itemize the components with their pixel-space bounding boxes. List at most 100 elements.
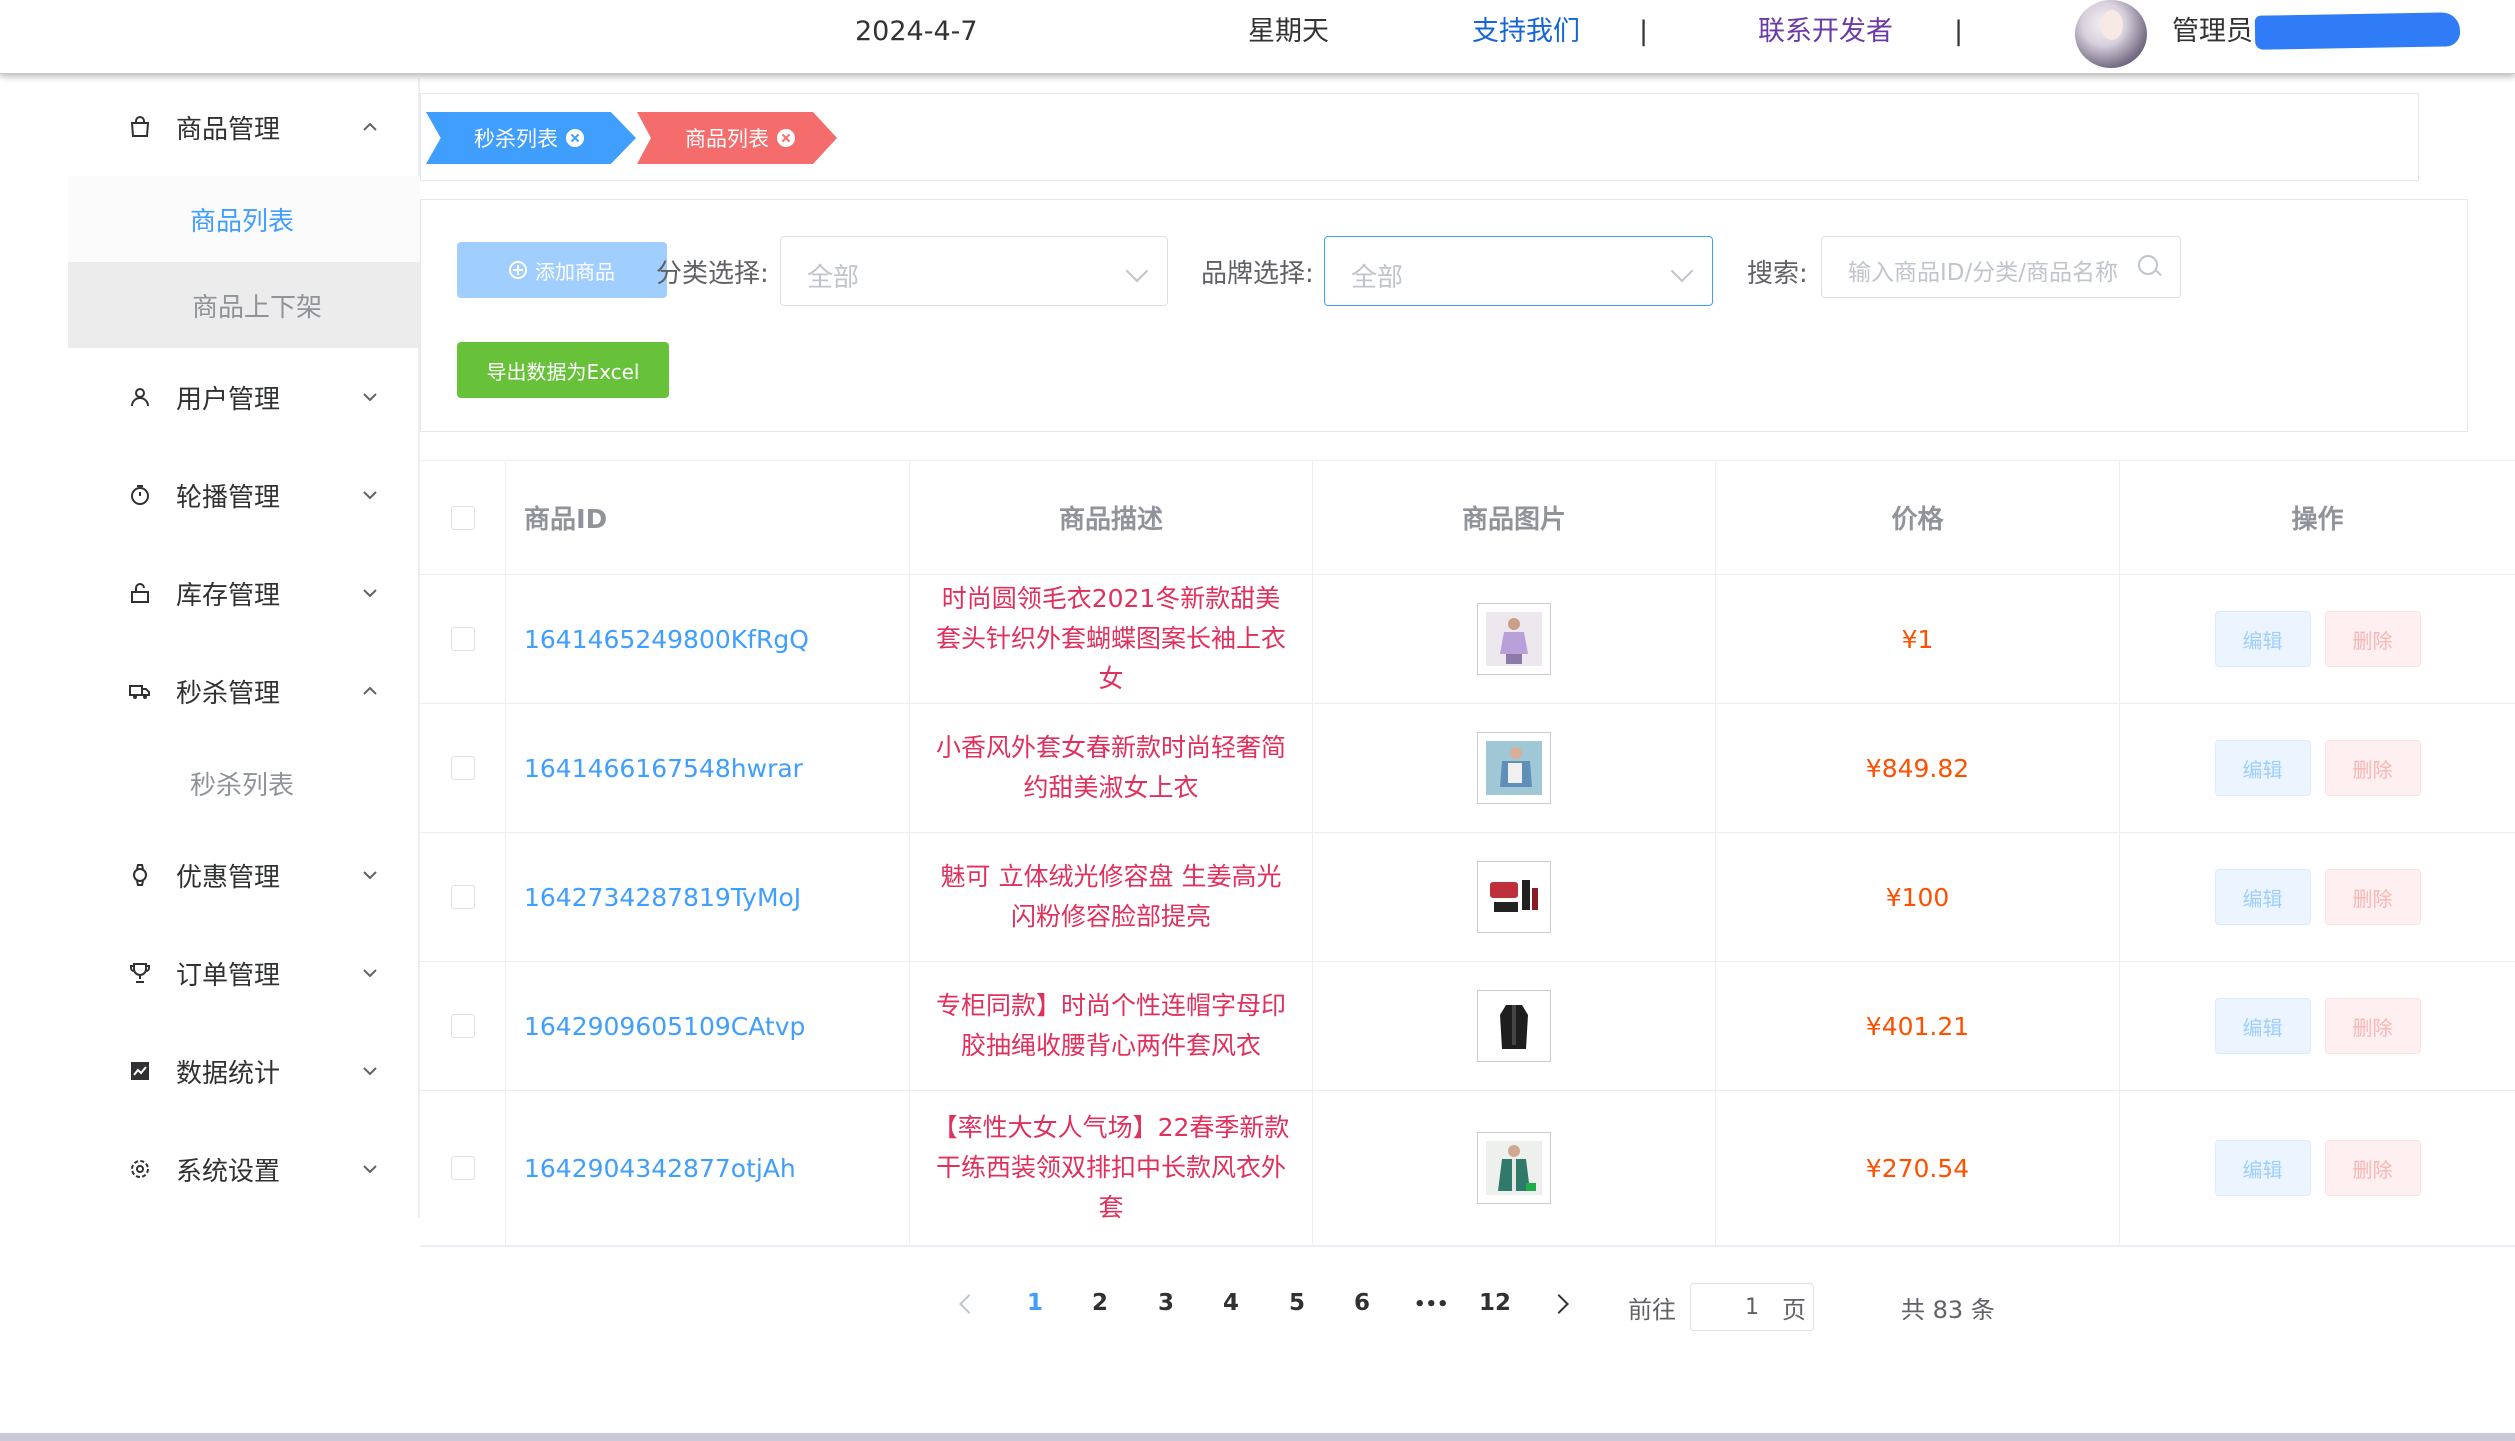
close-icon[interactable] <box>566 129 584 147</box>
desc-cell: 时尚圆领毛衣2021冬新款甜美套头针织外套蝴蝶图案长袖上衣女 <box>910 575 1313 703</box>
next-page-icon[interactable] <box>1549 1294 1569 1314</box>
column-header: 价格 <box>1716 461 2120 574</box>
menu-system-settings[interactable]: 系统设置 <box>68 1120 420 1218</box>
menu-seckill-management[interactable]: 秒杀管理 <box>68 642 420 740</box>
delete-button[interactable]: 删除 <box>2324 998 2421 1054</box>
export-excel-button[interactable]: 导出数据为Excel <box>457 342 669 398</box>
menu-label: 订单管理 <box>176 960 281 991</box>
row-checkbox[interactable] <box>450 1156 475 1180</box>
prev-page-icon[interactable] <box>959 1294 979 1314</box>
support-link[interactable]: 支持我们 <box>1472 14 1580 50</box>
edit-button[interactable]: 编辑 <box>2214 740 2311 796</box>
edit-button[interactable]: 编辑 <box>2214 998 2311 1054</box>
delete-button[interactable]: 删除 <box>2324 740 2421 796</box>
blue-jacket-image <box>1486 741 1542 795</box>
unlock-icon <box>131 583 149 603</box>
goods-id[interactable]: 1642904342877otjAh <box>524 1154 796 1183</box>
row-checkbox[interactable] <box>450 885 475 909</box>
column-header-actions: 操作 <box>2291 505 2344 535</box>
page-number[interactable]: 4 <box>1223 1290 1239 1316</box>
chevron-up-icon <box>363 122 377 131</box>
select-all-checkbox[interactable] <box>450 505 475 530</box>
actions-cell: 编辑 删除 <box>2120 962 2515 1090</box>
goods-thumbnail[interactable] <box>1477 732 1551 804</box>
admin-label: 管理员: <box>2172 16 2263 47</box>
menu-carousel-management[interactable]: 轮播管理 <box>68 446 420 544</box>
green-coat-image <box>1486 1141 1542 1195</box>
sidebar-item-goods-list[interactable]: 商品列表 <box>68 176 420 262</box>
header-separator: | <box>1954 16 1964 47</box>
goods-id[interactable]: 1642734287819TyMoJ <box>524 883 801 912</box>
menu-statistics[interactable]: 数据统计 <box>68 1022 420 1120</box>
goods-thumbnail[interactable] <box>1477 990 1551 1062</box>
column-header-price: 价格 <box>1891 505 1944 535</box>
search-icon[interactable] <box>2138 255 2158 275</box>
menu-user-management[interactable]: 用户管理 <box>68 348 420 446</box>
black-coat-image <box>1486 999 1542 1053</box>
gear-icon <box>131 1160 149 1178</box>
column-header-id: 商品ID <box>524 505 608 535</box>
goods-id[interactable]: 1641466167548hwrar <box>524 754 803 783</box>
goods-thumbnail[interactable] <box>1477 1132 1551 1204</box>
sidebar-item-seckill-list[interactable]: 秒杀列表 <box>68 740 420 826</box>
image-cell <box>1313 704 1716 832</box>
checkbox-cell <box>420 1091 506 1245</box>
close-icon[interactable] <box>777 129 795 147</box>
goods-thumbnail[interactable] <box>1477 861 1551 933</box>
brand-label: 品牌选择: <box>1201 259 1314 289</box>
menu-label: 数据统计 <box>176 1058 281 1089</box>
row-checkbox[interactable] <box>450 627 475 651</box>
goods-id[interactable]: 1642909605109CAtvp <box>524 1012 805 1041</box>
add-goods-label: 添加商品 <box>535 259 615 284</box>
tag-goods-list[interactable]: 商品列表 <box>637 112 837 164</box>
goods-desc: 【率性大女人气场】22春季新款干练西装领双排扣中长款风衣外套 <box>932 1113 1290 1222</box>
chevron-down-icon <box>1670 259 1694 283</box>
page-number[interactable]: 1 <box>1027 1290 1043 1316</box>
makeup-kit-image <box>1486 870 1542 924</box>
edit-button[interactable]: 编辑 <box>2214 1140 2311 1196</box>
goods-id[interactable]: 1641465249800KfRgQ <box>524 625 809 654</box>
row-checkbox[interactable] <box>450 756 475 780</box>
id-cell: 1641466167548hwrar <box>506 704 910 832</box>
goods-desc: 时尚圆领毛衣2021冬新款甜美套头针织外套蝴蝶图案长袖上衣女 <box>935 584 1286 693</box>
add-goods-button[interactable]: 添加商品 <box>457 242 667 298</box>
table-row: 1642904342877otjAh 【率性大女人气场】22春季新款干练西装领双… <box>420 1091 2515 1246</box>
sidebar-item-goods-shelf[interactable]: 商品上下架 <box>68 262 420 348</box>
column-header: 操作 <box>2120 461 2515 574</box>
page-number[interactable]: 12 <box>1479 1290 1511 1316</box>
brand-select[interactable]: 全部 <box>1324 236 1713 306</box>
menu-label: 优惠管理 <box>176 862 281 893</box>
delete-button[interactable]: 删除 <box>2324 1140 2421 1196</box>
column-header: 商品图片 <box>1313 461 1716 574</box>
page-number[interactable]: 2 <box>1092 1290 1108 1316</box>
page-number[interactable]: 6 <box>1354 1290 1370 1316</box>
page-number[interactable]: 3 <box>1158 1290 1174 1316</box>
search-input[interactable]: 输入商品ID/分类/商品名称 <box>1821 236 2181 298</box>
menu-goods-management[interactable]: 商品管理 <box>68 78 420 176</box>
menu-label: 商品管理 <box>176 114 281 145</box>
price-cell: ¥401.21 <box>1716 962 2120 1090</box>
tag-seckill-list[interactable]: 秒杀列表 <box>426 112 636 164</box>
search-placeholder: 输入商品ID/分类/商品名称 <box>1848 260 2118 286</box>
more-pages-icon[interactable]: ••• <box>1414 1294 1449 1315</box>
delete-button[interactable]: 删除 <box>2324 869 2421 925</box>
row-checkbox[interactable] <box>450 1014 475 1038</box>
menu-order-management[interactable]: 订单管理 <box>68 924 420 1022</box>
price-cell: ¥100 <box>1716 833 2120 961</box>
goods-price: ¥849.82 <box>1865 753 1970 783</box>
timer-icon <box>131 485 149 505</box>
edit-button[interactable]: 编辑 <box>2214 869 2311 925</box>
avatar[interactable] <box>2075 0 2147 68</box>
contact-developer-link[interactable]: 联系开发者 <box>1758 14 1893 50</box>
edit-button[interactable]: 编辑 <box>2214 611 2311 667</box>
goods-thumbnail[interactable] <box>1477 603 1551 675</box>
lavender-outfit-image <box>1486 612 1542 666</box>
menu-inventory-management[interactable]: 库存管理 <box>68 544 420 642</box>
menu-coupon-management[interactable]: 优惠管理 <box>68 826 420 924</box>
goods-price: ¥1 <box>1901 624 1934 654</box>
delete-button[interactable]: 删除 <box>2324 611 2421 667</box>
page-number[interactable]: 5 <box>1289 1290 1305 1316</box>
sub-item-label: 商品上下架 <box>192 292 323 323</box>
trophy-icon <box>130 963 150 983</box>
category-select[interactable]: 全部 <box>780 236 1168 306</box>
